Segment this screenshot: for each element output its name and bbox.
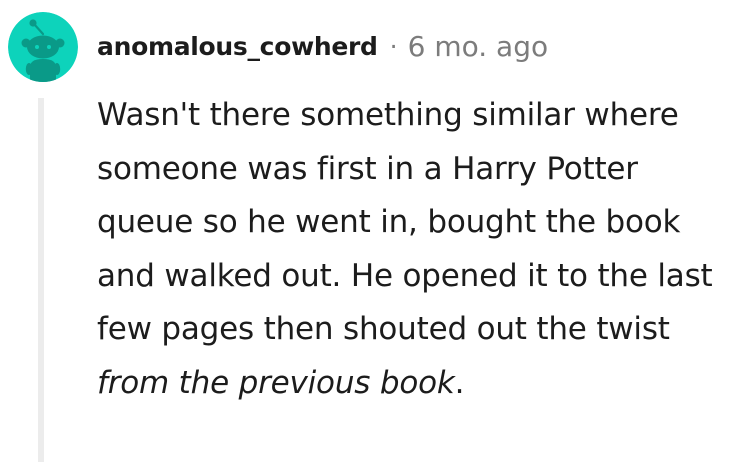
- comment-body: Wasn't there something similar where som…: [97, 89, 717, 410]
- snoo-avatar-icon: [8, 12, 78, 82]
- comment-body-text: Wasn't there something similar where som…: [97, 97, 713, 347]
- comment: anomalous_cowherd · 6 mo. ago Wasn't the…: [0, 0, 731, 462]
- meta-separator: ·: [389, 31, 398, 61]
- user-avatar[interactable]: [8, 12, 78, 82]
- comment-meta: anomalous_cowherd · 6 mo. ago: [97, 28, 548, 64]
- thread-collapse-line[interactable]: [38, 98, 44, 462]
- comment-body-trailing: .: [454, 364, 465, 401]
- author-username[interactable]: anomalous_cowherd: [97, 32, 378, 61]
- comment-body-emphasis: from the previous book: [97, 364, 455, 401]
- comment-timestamp[interactable]: 6 mo. ago: [408, 30, 549, 63]
